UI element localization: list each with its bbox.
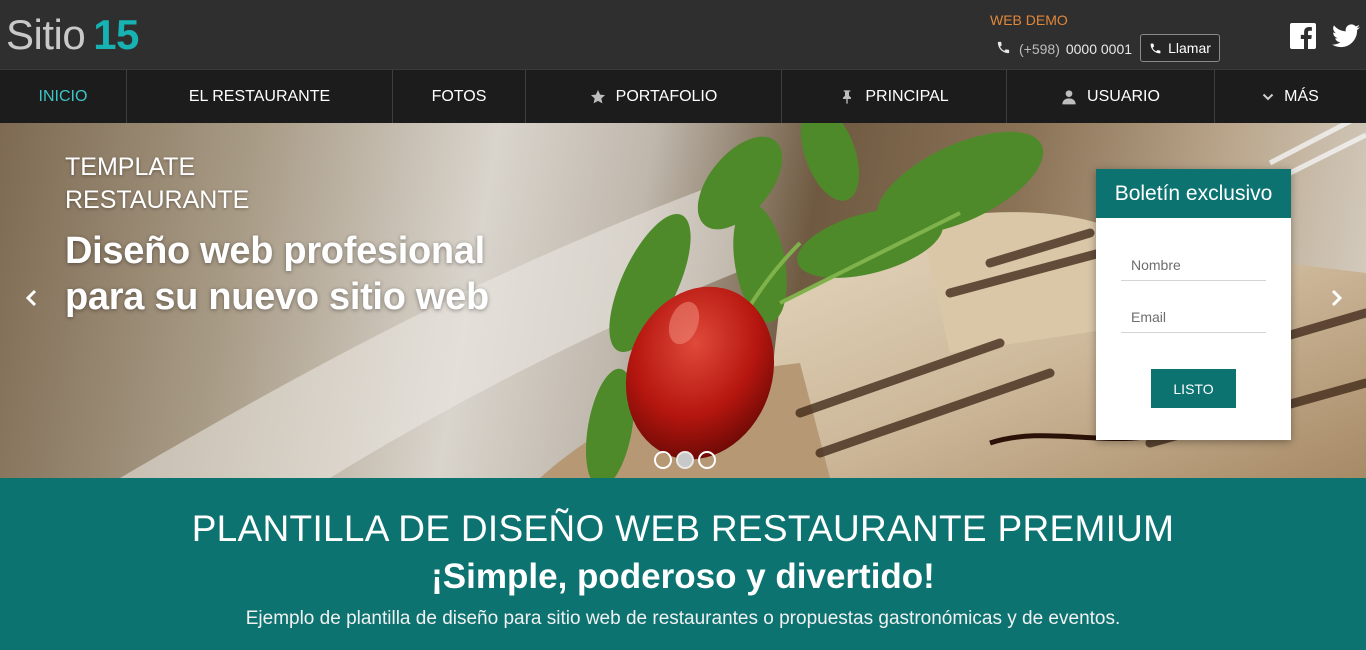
nav-item-fotos[interactable]: FOTOS	[393, 70, 526, 123]
user-icon	[1062, 89, 1076, 104]
newsletter-title: Boletín exclusivo	[1096, 169, 1291, 218]
hero-headline: Diseño web profesional para su nuevo sit…	[65, 230, 489, 318]
nav-item-label: MÁS	[1284, 87, 1319, 105]
nav-item-el-restaurante[interactable]: EL RESTAURANTE	[127, 70, 393, 123]
nav-item-principal[interactable]: PRINCIPAL	[782, 70, 1007, 123]
phone-info: (+598) 0000 0001	[996, 38, 1132, 60]
band-title: PLANTILLA DE DISEÑO WEB RESTAURANTE PREM…	[191, 508, 1175, 549]
newsletter-box: Boletín exclusivo LISTO	[1096, 169, 1291, 440]
site-logo[interactable]: Sitio 15	[6, 10, 139, 60]
prev-slide-arrow-icon[interactable]	[22, 287, 42, 309]
phone-prefix: (+598)	[1019, 41, 1060, 57]
band-subtitle: ¡Simple, poderoso y divertido!	[431, 557, 935, 596]
submit-button[interactable]: LISTO	[1151, 369, 1236, 408]
slider-dot[interactable]	[654, 451, 672, 469]
email-field[interactable]	[1121, 301, 1266, 333]
logo-number: 15	[93, 11, 139, 58]
nav-item-usuario[interactable]: USUARIO	[1007, 70, 1215, 123]
pin-icon	[843, 89, 852, 104]
twitter-icon[interactable]	[1332, 24, 1360, 48]
nav-item-inicio[interactable]: INICIO	[0, 70, 127, 123]
slider-dot-active[interactable]	[676, 451, 694, 469]
nav-item-label: PRINCIPAL	[865, 87, 949, 105]
nav-item-label: USUARIO	[1087, 87, 1160, 105]
slider-dot[interactable]	[698, 451, 716, 469]
logo-text: Sitio	[6, 11, 86, 58]
web-demo-label: WEB DEMO	[990, 12, 1068, 28]
call-button[interactable]: Llamar	[1140, 34, 1220, 62]
band-description: Ejemplo de plantilla de diseño para siti…	[245, 608, 1121, 629]
nav-item-label: EL RESTAURANTE	[188, 87, 331, 105]
name-field[interactable]	[1121, 249, 1266, 281]
phone-icon	[1150, 43, 1161, 53]
promo-band: PLANTILLA DE DISEÑO WEB RESTAURANTE PREM…	[0, 478, 1366, 650]
nav-item-mas[interactable]: MÁS	[1215, 70, 1366, 123]
nav-item-label: FOTOS	[431, 87, 487, 105]
nav-item-label: INICIO	[38, 87, 88, 105]
hero-title: TEMPLATE RESTAURANTE	[65, 153, 250, 214]
phone-number: 0000 0001	[1065, 41, 1133, 57]
nav-item-label: PORTAFOLIO	[615, 87, 718, 105]
chevron-down-icon	[1262, 93, 1274, 100]
next-slide-arrow-icon[interactable]	[1326, 287, 1346, 309]
slider-dots	[654, 451, 716, 469]
call-button-label: Llamar	[1168, 40, 1211, 56]
top-header: Sitio 15 WEB DEMO (+598) 0000 0001 Llamar	[0, 0, 1366, 69]
main-nav: INICIO EL RESTAURANTE FOTOS PORTAFOLIO P…	[0, 69, 1366, 123]
facebook-icon[interactable]	[1290, 23, 1316, 49]
nav-item-portafolio[interactable]: PORTAFOLIO	[526, 70, 782, 123]
phone-icon	[996, 40, 1011, 58]
star-icon	[590, 89, 605, 103]
